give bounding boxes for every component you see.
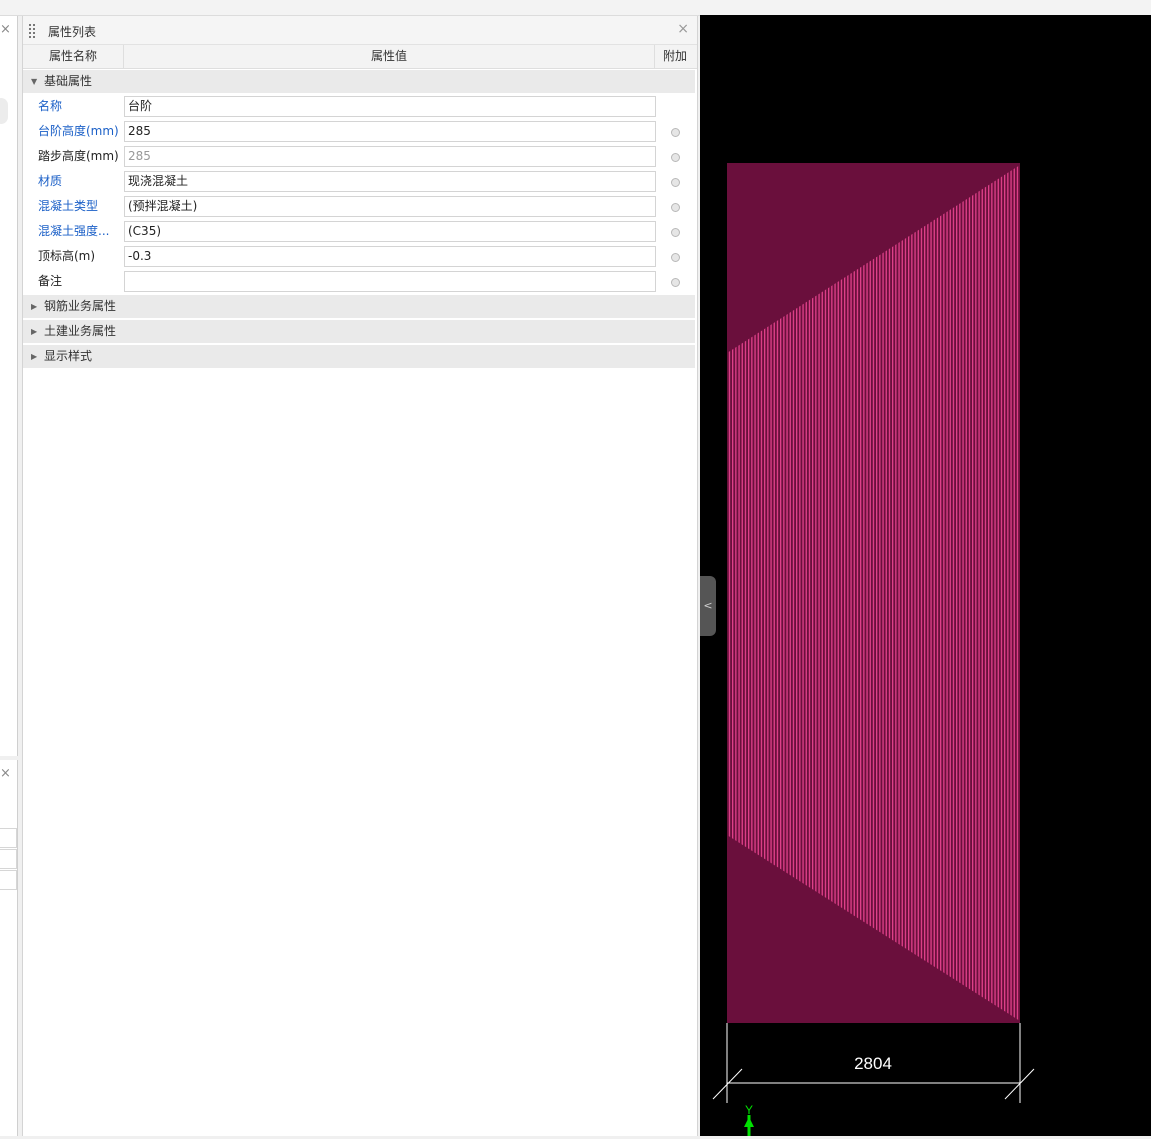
stub-cell[interactable]: [0, 828, 17, 848]
scroll-knob[interactable]: [0, 98, 8, 124]
caret-right-icon: ▶: [31, 302, 38, 311]
property-name: 顶标高(m): [38, 249, 96, 263]
property-row-step-height: 台阶高度(mm) 285: [23, 120, 695, 145]
header-value-column: 属性值: [370, 49, 407, 63]
close-icon[interactable]: ×: [677, 21, 689, 37]
group-basic-properties[interactable]: ▼ 基础属性: [23, 70, 695, 93]
property-name: 备注: [38, 274, 63, 288]
property-list-panel: 属性列表 × 属性名称 属性值 附加 ▼ 基础属性 名称 台阶 台阶高度(mm)…: [22, 16, 698, 1136]
caret-right-icon: ▶: [31, 327, 38, 336]
collapse-panel-button[interactable]: <: [700, 576, 716, 636]
left-docked-panel-2: ×: [0, 760, 18, 1136]
property-value-field[interactable]: 285: [124, 121, 656, 142]
attach-checkbox[interactable]: [671, 228, 680, 237]
property-row-remark: 备注: [23, 270, 695, 295]
group-label: 土建业务属性: [44, 324, 117, 338]
header-extra-column: 附加: [662, 49, 687, 63]
group-display-style[interactable]: ▶ 显示样式: [23, 345, 695, 368]
attach-checkbox[interactable]: [671, 253, 680, 262]
property-name: 台阶高度(mm): [38, 124, 119, 138]
property-name: 混凝土类型: [38, 199, 99, 213]
top-strip: [0, 0, 1151, 16]
group-label: 显示样式: [44, 349, 93, 363]
property-row-concrete-type: 混凝土类型 (预拌混凝土): [23, 195, 695, 220]
property-name: 名称: [38, 99, 63, 113]
attach-checkbox[interactable]: [671, 153, 680, 162]
property-name: 混凝土强度...: [38, 224, 110, 238]
property-value-field[interactable]: [124, 271, 656, 292]
stub-cell[interactable]: [0, 870, 17, 890]
property-value-field[interactable]: -0.3: [124, 246, 656, 267]
property-value-field[interactable]: 285: [124, 146, 656, 167]
attach-checkbox[interactable]: [671, 203, 680, 212]
close-icon[interactable]: ×: [0, 22, 11, 37]
property-name: 材质: [38, 174, 63, 188]
table-header: 属性名称 属性值 附加: [23, 45, 697, 69]
drawing-canvas[interactable]: 2804 Y: [700, 15, 1151, 1136]
property-row-material: 材质 现浇混凝土: [23, 170, 695, 195]
property-value-field[interactable]: (C35): [124, 221, 656, 242]
property-row-concrete-strength: 混凝土强度... (C35): [23, 220, 695, 245]
group-label: 钢筋业务属性: [44, 299, 117, 313]
panel-title: 属性列表: [48, 25, 97, 39]
property-value-field[interactable]: 现浇混凝土: [124, 171, 656, 192]
drag-grip-icon[interactable]: [29, 24, 37, 38]
stub-cell[interactable]: [0, 849, 17, 869]
y-axis-arrow-icon: [744, 1117, 754, 1127]
attach-checkbox[interactable]: [671, 128, 680, 137]
group-rebar-properties[interactable]: ▶ 钢筋业务属性: [23, 295, 695, 318]
property-row-tread-height: 踏步高度(mm) 285: [23, 145, 695, 170]
caret-down-icon: ▼: [31, 77, 38, 86]
property-name: 踏步高度(mm): [38, 149, 119, 163]
property-value-field[interactable]: (预拌混凝土): [124, 196, 656, 217]
attach-checkbox[interactable]: [671, 178, 680, 187]
cad-viewport: 2804 Y: [712, 163, 1035, 1136]
dimension-label: 2804: [854, 1054, 892, 1073]
attach-checkbox[interactable]: [671, 278, 680, 287]
y-axis-label: Y: [745, 1103, 753, 1117]
left-docked-panel: ×: [0, 16, 18, 756]
property-value-field[interactable]: 台阶: [124, 96, 656, 117]
close-icon[interactable]: ×: [0, 766, 11, 781]
group-label: 基础属性: [44, 74, 93, 88]
property-row-name: 名称 台阶: [23, 95, 695, 120]
panel-title-bar[interactable]: 属性列表 ×: [23, 16, 697, 45]
group-civil-properties[interactable]: ▶ 土建业务属性: [23, 320, 695, 343]
header-name-column: 属性名称: [48, 49, 97, 63]
caret-right-icon: ▶: [31, 352, 38, 361]
property-row-top-elevation: 顶标高(m) -0.3: [23, 245, 695, 270]
